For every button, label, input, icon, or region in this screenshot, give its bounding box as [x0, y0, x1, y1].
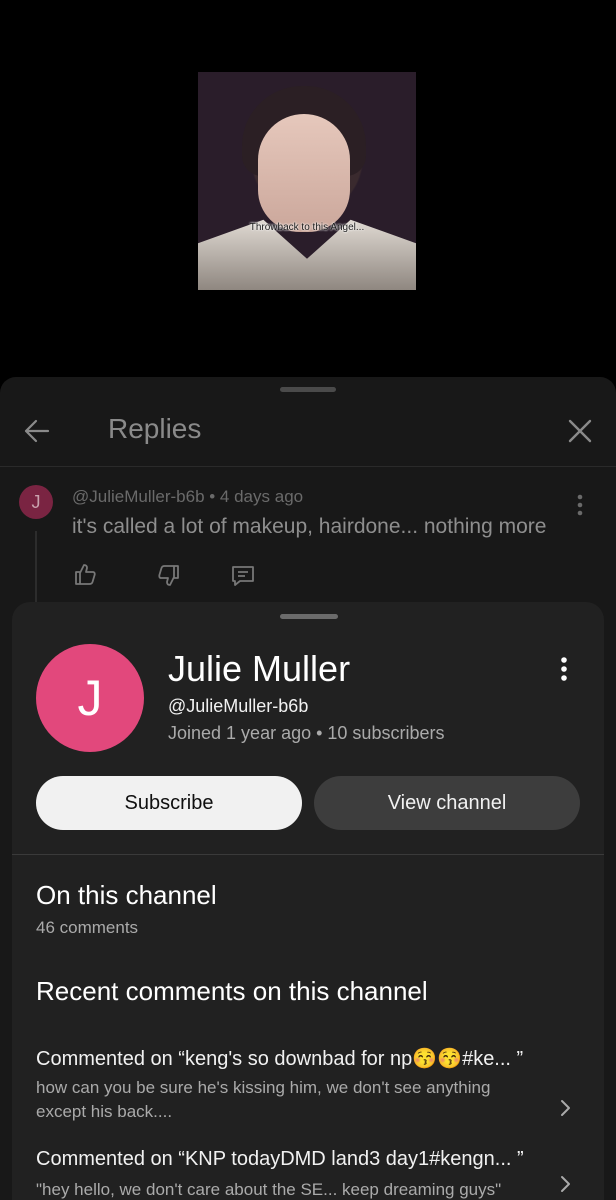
replies-drag-handle[interactable]	[280, 387, 336, 392]
close-icon[interactable]	[560, 411, 600, 451]
comment-actions	[72, 561, 272, 595]
chevron-right-icon	[561, 1176, 570, 1192]
comment-meta: @JulieMuller-b6b • 4 days ago	[72, 487, 304, 506]
video-frame: Throwback to this Angel...	[198, 72, 416, 290]
thumbs-down-icon[interactable]	[156, 563, 182, 589]
avatar[interactable]: J	[19, 485, 53, 519]
more-vert-icon[interactable]	[568, 491, 592, 519]
recent-comment-heading: Commented on “KNP todayDMD land3 day1#ke…	[36, 1148, 524, 1170]
thumbs-up-icon[interactable]	[72, 561, 98, 587]
channel-stats: Joined 1 year ago • 10 subscribers	[168, 723, 445, 743]
sheet-drag-handle[interactable]	[280, 614, 338, 619]
recent-comment-text: how can you be sure he's kissing him, we…	[36, 1078, 491, 1121]
channel-profile-sheet: J Julie Muller @JulieMuller-b6b Joined 1…	[12, 602, 604, 1200]
comment-count: 46 comments	[36, 918, 139, 937]
more-vert-icon[interactable]	[552, 654, 576, 684]
sheet-divider	[12, 854, 604, 855]
replies-title: Replies	[108, 413, 202, 444]
comment-text: it's called a lot of makeup, hairdone...…	[72, 515, 547, 538]
on-channel-title: On this channel	[36, 880, 217, 910]
channel-avatar[interactable]: J	[36, 644, 144, 752]
recent-comment-text: "hey hello, we don't care about the SE..…	[36, 1180, 502, 1199]
reply-comment-icon[interactable]	[230, 563, 256, 589]
subscribe-button[interactable]: Subscribe	[36, 776, 302, 830]
video-player[interactable]: Throwback to this Angel...	[0, 0, 616, 380]
chevron-right-icon	[561, 1100, 570, 1116]
replies-divider	[0, 466, 616, 467]
replies-header: Replies	[0, 397, 616, 467]
video-caption: Throwback to this Angel...	[249, 222, 365, 233]
recent-comment-heading: Commented on “keng's so downbad for np😚😚…	[36, 1048, 524, 1070]
view-channel-button[interactable]: View channel	[314, 776, 580, 830]
channel-handle: @JulieMuller-b6b	[168, 696, 309, 716]
video-face-shape	[258, 114, 350, 232]
channel-name: Julie Muller	[168, 648, 351, 689]
thread-line	[35, 531, 37, 611]
back-arrow-icon[interactable]	[18, 411, 58, 451]
recent-comments-title: Recent comments on this channel	[36, 976, 428, 1006]
